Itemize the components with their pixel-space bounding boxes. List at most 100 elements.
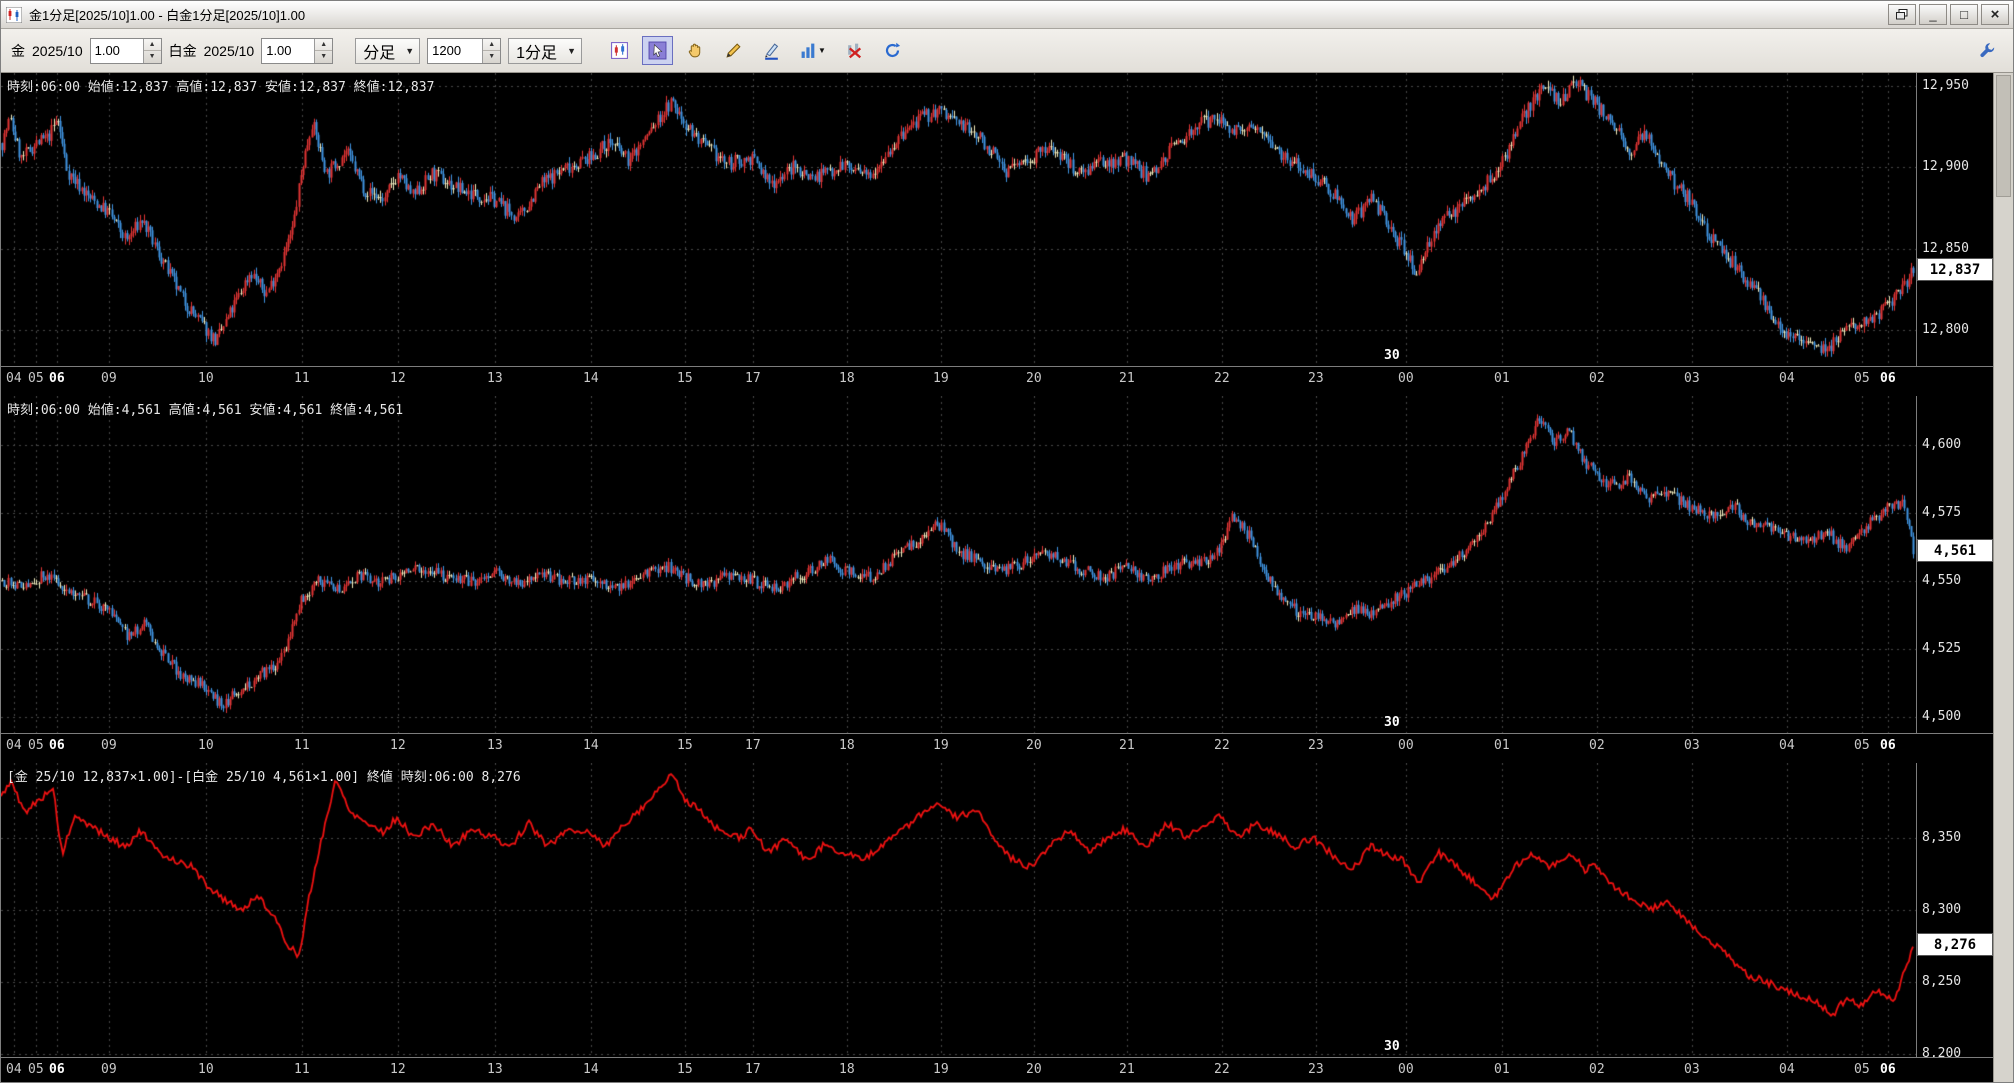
date-marker: 30 bbox=[1384, 715, 1400, 730]
x-axis-tick: 15 bbox=[677, 738, 693, 753]
x-axis-tick: 02 bbox=[1589, 371, 1605, 386]
pan-tool-button[interactable] bbox=[680, 36, 711, 65]
x-axis-tick: 09 bbox=[101, 371, 117, 386]
spread-line-chart[interactable] bbox=[1, 763, 1916, 1057]
gold-month-label[interactable]: 2025/10 bbox=[32, 43, 83, 59]
spinner-up-icon[interactable]: ▲ bbox=[315, 39, 332, 51]
spinner-up-icon[interactable]: ▲ bbox=[144, 39, 161, 51]
x-axis-tick: 10 bbox=[198, 1062, 214, 1077]
y-axis-tick: 12,850 bbox=[1922, 241, 1969, 256]
x-axis-tick: 09 bbox=[101, 1062, 117, 1077]
x-axis-tick: 19 bbox=[933, 371, 949, 386]
gold-multiplier-input[interactable] bbox=[90, 38, 143, 63]
vertical-scrollbar[interactable] bbox=[1993, 73, 2013, 1082]
platinum-candlestick-chart[interactable] bbox=[1, 396, 1916, 733]
bar-count-input[interactable] bbox=[428, 38, 483, 63]
x-axis-tick: 14 bbox=[583, 738, 599, 753]
date-marker: 30 bbox=[1384, 348, 1400, 363]
last-price-badge: 8,276 bbox=[1917, 933, 1993, 956]
x-axis-tick: 04 bbox=[1779, 1062, 1795, 1077]
gold-chart-panel: 時刻:06:00 始値:12,837 高値:12,837 安値:12,837 終… bbox=[1, 73, 1993, 391]
x-axis-tick: 12 bbox=[390, 738, 406, 753]
timeframe-dropdown[interactable]: 1分足 ▼ bbox=[508, 37, 582, 64]
y-axis-tick: 8,300 bbox=[1922, 902, 1962, 917]
x-axis-tick: 11 bbox=[294, 1062, 310, 1077]
gold-plot-area[interactable]: 時刻:06:00 始値:12,837 高値:12,837 安値:12,837 終… bbox=[1, 73, 1917, 367]
x-axis-tick: 12 bbox=[390, 1062, 406, 1077]
platinum-multiplier-spinner[interactable]: ▲ ▼ bbox=[261, 37, 334, 64]
x-axis-tick: 21 bbox=[1119, 371, 1135, 386]
x-axis-tick: 00 bbox=[1398, 1062, 1414, 1077]
y-axis-tick: 8,200 bbox=[1922, 1046, 1962, 1058]
x-axis-tick: 19 bbox=[933, 1062, 949, 1077]
x-axis-tick: 22 bbox=[1214, 1062, 1230, 1077]
y-axis-tick: 8,350 bbox=[1922, 830, 1962, 845]
x-axis-tick: 17 bbox=[745, 1062, 761, 1077]
bar-chart-icon bbox=[801, 43, 815, 58]
gold-candlestick-chart[interactable] bbox=[1, 73, 1916, 366]
y-axis-tick: 12,950 bbox=[1922, 78, 1969, 93]
x-axis-tick: 05 bbox=[1854, 371, 1870, 386]
x-axis-tick: 10 bbox=[198, 371, 214, 386]
x-axis-tick: 13 bbox=[487, 1062, 503, 1077]
spinner-down-icon[interactable]: ▼ bbox=[143, 50, 161, 63]
platinum-multiplier-input[interactable] bbox=[262, 38, 315, 63]
x-axis-tick: 21 bbox=[1119, 1062, 1135, 1077]
pointer-tool-button[interactable] bbox=[641, 36, 673, 65]
wrench-icon bbox=[1980, 43, 1995, 58]
bar-type-dropdown[interactable]: 分足 ▼ bbox=[355, 37, 421, 64]
title-bar[interactable]: 金1分足[2025/10]1.00 - 白金1分足[2025/10]1.00 _… bbox=[1, 1, 2013, 29]
chevron-down-icon: ▼ bbox=[405, 45, 415, 56]
x-axis-tick: 14 bbox=[583, 1062, 599, 1077]
y-axis-tick: 4,525 bbox=[1922, 641, 1962, 656]
hand-icon bbox=[688, 43, 701, 58]
x-axis-tick: 01 bbox=[1494, 371, 1510, 386]
x-axis-tick: 15 bbox=[677, 371, 693, 386]
spread-plot-area[interactable]: [金 25/10 12,837×1.00]-[白金 25/10 4,561×1.… bbox=[1, 763, 1917, 1058]
refresh-button[interactable] bbox=[877, 36, 908, 65]
window-close-button[interactable]: × bbox=[1981, 4, 2009, 25]
spinner-up-icon[interactable]: ▲ bbox=[483, 39, 500, 51]
window-minimize-button[interactable]: _ bbox=[1919, 4, 1947, 25]
scrollbar-thumb[interactable] bbox=[1996, 75, 2011, 197]
x-axis-tick: 01 bbox=[1494, 738, 1510, 753]
platinum-month-label[interactable]: 2025/10 bbox=[204, 43, 255, 59]
chart-type-button[interactable] bbox=[604, 36, 635, 65]
pencil-icon bbox=[726, 43, 741, 58]
gold-multiplier-spinner[interactable]: ▲ ▼ bbox=[89, 37, 162, 64]
platinum-chart-panel: 時刻:06:00 始値:4,561 高値:4,561 安値:4,561 終値:4… bbox=[1, 396, 1993, 758]
bar-count-spinner[interactable]: ▲ ▼ bbox=[427, 37, 502, 64]
x-axis-tick: 22 bbox=[1214, 371, 1230, 386]
platinum-plot-area[interactable]: 時刻:06:00 始値:4,561 高値:4,561 安値:4,561 終値:4… bbox=[1, 396, 1917, 734]
spinner-down-icon[interactable]: ▼ bbox=[483, 50, 501, 63]
x-axis-tick: 03 bbox=[1684, 371, 1700, 386]
x-axis-tick: 18 bbox=[839, 738, 855, 753]
platinum-label: 白金 bbox=[168, 42, 197, 59]
draw-tool-button[interactable] bbox=[756, 36, 787, 65]
x-axis-tick: 11 bbox=[294, 371, 310, 386]
x-axis-tick: 21 bbox=[1119, 738, 1135, 753]
x-axis-tick: 02 bbox=[1589, 1062, 1605, 1077]
remove-indicator-button[interactable] bbox=[839, 36, 870, 65]
x-axis-tick: 04 bbox=[6, 738, 22, 753]
window-maximize-button[interactable]: □ bbox=[1950, 4, 1978, 25]
x-axis-tick: 06 bbox=[49, 738, 65, 753]
trendline-tool-button[interactable] bbox=[718, 36, 749, 65]
x-axis-tick: 06 bbox=[49, 1062, 65, 1077]
app-icon bbox=[5, 6, 23, 24]
spread-x-axis: 04 05 06 09 10 11 12 13 14 15 17 18 19 20 21 22 23 00 01 02… bbox=[1, 1058, 1917, 1082]
gold-x-axis: 04 05 06 09 10 11 12 13 14 15 17 18 19 20 21 22 23 00 01 02… bbox=[1, 367, 1917, 391]
x-axis-tick: 12 bbox=[390, 371, 406, 386]
settings-button[interactable] bbox=[1972, 36, 2003, 65]
y-axis-tick: 4,500 bbox=[1922, 709, 1962, 724]
spinner-down-icon[interactable]: ▼ bbox=[315, 50, 333, 63]
y-axis-tick: 12,800 bbox=[1922, 322, 1969, 337]
indicator-button[interactable]: ▼ bbox=[794, 36, 832, 65]
platinum-y-axis: 4,600 4,575 4,550 4,525 4,500 4,561 bbox=[1917, 396, 1993, 734]
x-axis-tick: 05 bbox=[28, 738, 44, 753]
x-axis-tick: 23 bbox=[1308, 738, 1324, 753]
x-axis-tick: 06 bbox=[1880, 371, 1896, 386]
window-restore-button[interactable] bbox=[1888, 4, 1916, 25]
y-axis-tick: 4,550 bbox=[1922, 573, 1962, 588]
x-axis-tick: 19 bbox=[933, 738, 949, 753]
